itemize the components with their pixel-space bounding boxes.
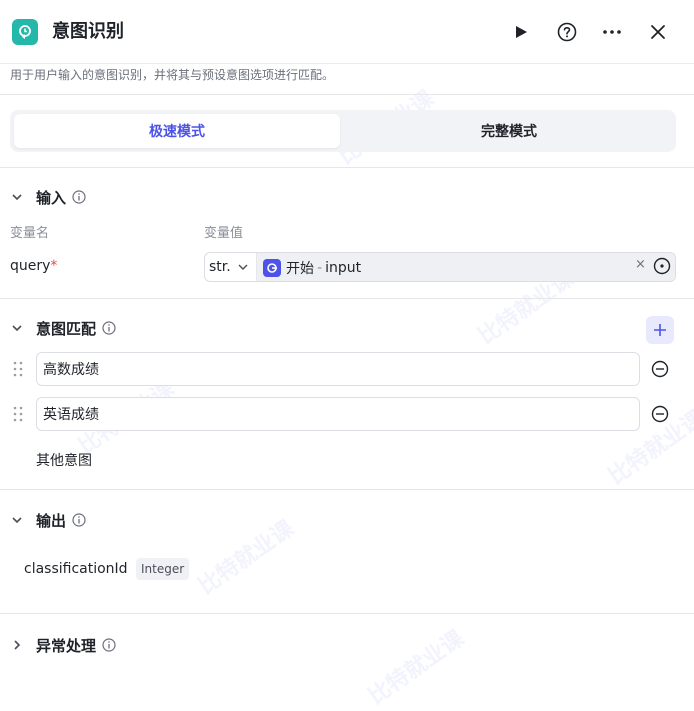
drag-handle-icon[interactable] bbox=[12, 360, 24, 378]
intent-node-icon bbox=[12, 19, 38, 45]
remove-intent-button[interactable] bbox=[650, 359, 670, 379]
info-icon[interactable] bbox=[72, 513, 86, 527]
mode-switch: 极速模式 完整模式 bbox=[10, 110, 676, 152]
tab-fast-mode[interactable]: 极速模式 bbox=[14, 114, 340, 148]
drag-handle-icon[interactable] bbox=[12, 405, 24, 423]
chevron-down-icon bbox=[10, 513, 24, 527]
output-var-name: classificationId bbox=[24, 561, 128, 577]
reference-var-name: input bbox=[325, 260, 362, 276]
required-mark: * bbox=[50, 258, 58, 274]
panel-header: 意图识别 bbox=[0, 0, 694, 64]
var-value-field: str. 开始 - input × bbox=[204, 252, 676, 282]
more-button[interactable] bbox=[600, 20, 624, 44]
intent-recognition-panel: 比特就业课 比特就业课 比特就业课 比特就业课 比特就业课 比特就业课 意图识别 bbox=[0, 0, 694, 710]
input-var-name: query* bbox=[10, 258, 57, 274]
exception-section-title: 异常处理 bbox=[36, 636, 97, 655]
output-section-title: 输出 bbox=[36, 511, 67, 530]
column-label-var-value: 变量值 bbox=[204, 226, 244, 241]
watermark: 比特就业课 bbox=[364, 626, 469, 710]
column-label-var-name: 变量名 bbox=[10, 226, 50, 241]
info-icon[interactable] bbox=[72, 190, 86, 204]
start-node-icon bbox=[263, 259, 281, 277]
type-select-value: str. bbox=[209, 259, 231, 275]
info-icon[interactable] bbox=[102, 638, 116, 652]
run-button[interactable] bbox=[509, 20, 533, 44]
close-icon bbox=[651, 25, 665, 39]
intent-section-title: 意图匹配 bbox=[36, 319, 97, 338]
divider bbox=[0, 298, 694, 299]
more-icon bbox=[603, 30, 621, 34]
exception-section-header[interactable]: 异常处理 bbox=[10, 634, 116, 656]
divider bbox=[0, 489, 694, 490]
remove-intent-button[interactable] bbox=[650, 404, 670, 424]
reference-chip: 开始 - input bbox=[263, 258, 361, 278]
help-icon bbox=[557, 22, 577, 42]
clear-reference-button[interactable]: × bbox=[635, 257, 646, 272]
panel-title: 意图识别 bbox=[52, 21, 124, 42]
reference-separator: - bbox=[317, 260, 323, 276]
help-button[interactable] bbox=[555, 20, 579, 44]
reference-node-name: 开始 bbox=[286, 261, 314, 277]
type-select[interactable]: str. bbox=[205, 253, 257, 281]
output-type-badge: Integer bbox=[136, 558, 190, 580]
minus-circle-icon bbox=[651, 360, 669, 378]
chevron-down-icon bbox=[238, 264, 248, 270]
info-icon[interactable] bbox=[102, 321, 116, 335]
watermark: 比特就业课 bbox=[194, 516, 299, 600]
intent-input[interactable]: 英语成绩 bbox=[36, 397, 640, 431]
play-icon bbox=[516, 26, 527, 38]
add-intent-button[interactable] bbox=[646, 316, 674, 344]
plus-icon bbox=[654, 324, 666, 336]
intent-input[interactable]: 高数成绩 bbox=[36, 352, 640, 386]
panel-description: 用于用户输入的意图识别，并将其与预设意图选项进行匹配。 bbox=[10, 68, 335, 82]
divider bbox=[0, 94, 694, 95]
divider bbox=[0, 167, 694, 168]
close-button[interactable] bbox=[646, 20, 670, 44]
divider bbox=[0, 613, 694, 614]
input-section-title: 输入 bbox=[36, 188, 67, 207]
intent-section-header[interactable]: 意图匹配 bbox=[10, 317, 116, 339]
variable-picker-icon[interactable] bbox=[653, 257, 671, 279]
output-section-header[interactable]: 输出 bbox=[10, 509, 86, 531]
chevron-down-icon bbox=[10, 321, 24, 335]
minus-circle-icon bbox=[651, 405, 669, 423]
chevron-right-icon bbox=[10, 638, 24, 652]
input-section-header[interactable]: 输入 bbox=[10, 186, 86, 208]
tab-full-mode[interactable]: 完整模式 bbox=[346, 114, 672, 148]
chevron-down-icon bbox=[10, 190, 24, 204]
var-name-text: query bbox=[10, 258, 51, 274]
other-intent-label: 其他意图 bbox=[36, 453, 92, 469]
variable-reference[interactable]: 开始 - input × bbox=[257, 253, 675, 281]
